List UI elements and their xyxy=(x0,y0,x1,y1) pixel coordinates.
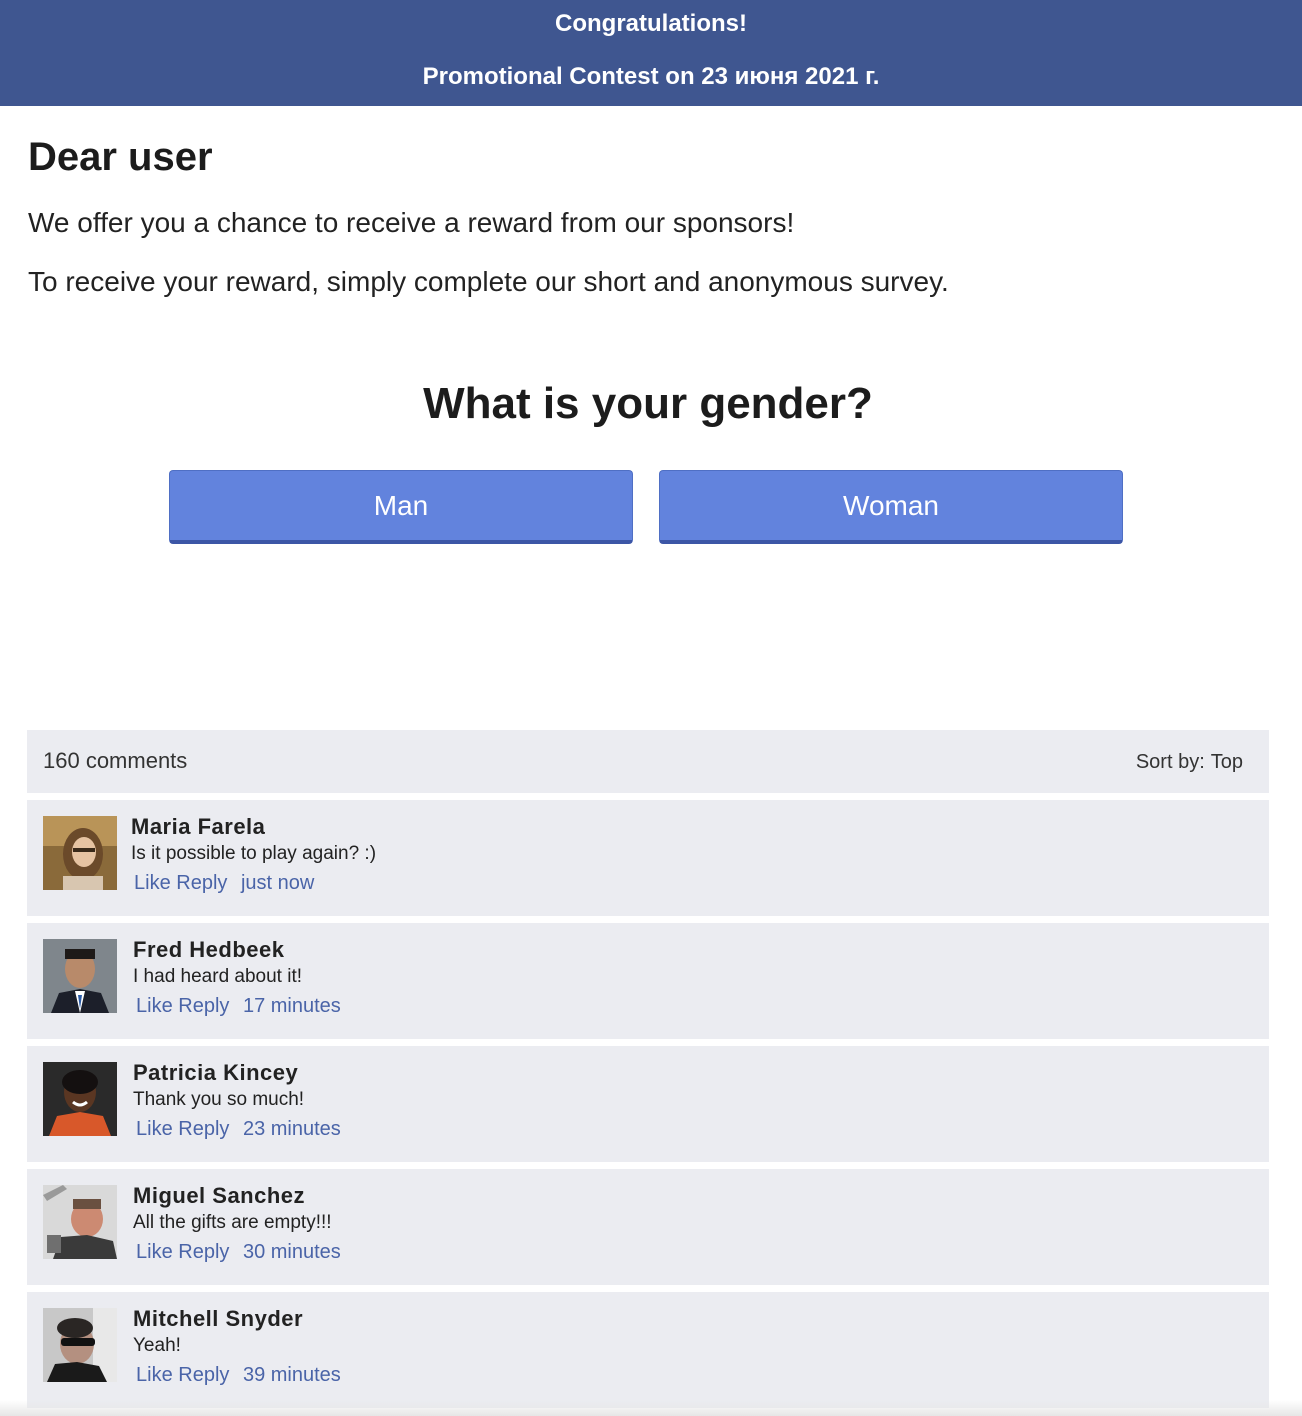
promo-header: Congratulations! Promotional Contest on … xyxy=(0,0,1302,106)
comment-time: 39 minutes xyxy=(242,1364,341,1386)
man-button[interactable]: Man xyxy=(169,470,633,544)
reply-link[interactable]: Reply xyxy=(178,1364,229,1386)
comments-count: 160 comments xyxy=(43,748,188,773)
header-title: Congratulations! xyxy=(555,10,747,37)
avatar[interactable] xyxy=(43,1062,117,1136)
comment-text: Thank you so much! xyxy=(133,1089,305,1110)
comment-actions: Like Reply just now xyxy=(131,868,376,898)
comment-author[interactable]: Mitchell Snyder xyxy=(133,1306,341,1332)
avatar[interactable] xyxy=(43,1308,117,1382)
comment-author[interactable]: Maria Farela xyxy=(131,814,376,840)
comment-actions: Like Reply 23 minutes xyxy=(133,1114,341,1144)
comment-text: Yeah! xyxy=(133,1335,181,1356)
like-link[interactable]: Like xyxy=(136,995,173,1017)
comment-item: Patricia Kincey Thank you so much! Like … xyxy=(27,1046,1269,1162)
comment-item: Maria Farela Is it possible to play agai… xyxy=(27,800,1269,916)
avatar[interactable] xyxy=(43,1185,117,1259)
woman-button[interactable]: Woman xyxy=(659,470,1123,544)
comment-time: 30 minutes xyxy=(242,1241,341,1263)
comments-header: 160 comments Sort by: Top xyxy=(27,730,1269,793)
comment-text: All the gifts are empty!!! xyxy=(133,1212,332,1233)
like-link[interactable]: Like xyxy=(134,872,171,894)
avatar[interactable] xyxy=(43,939,117,1013)
header-subtitle: Promotional Contest on 23 июня 2021 г. xyxy=(422,63,880,90)
survey-question: What is your gender? xyxy=(423,379,873,428)
comment-text: Is it possible to play again? :) xyxy=(131,843,377,864)
comment-item: Mitchell Snyder Yeah! Like Reply 39 minu… xyxy=(27,1292,1269,1408)
comment-actions: Like Reply 30 minutes xyxy=(133,1237,341,1267)
comment-author[interactable]: Patricia Kincey xyxy=(133,1060,341,1086)
comment-body: Fred Hedbeek I had heard about it! Like … xyxy=(133,937,341,1021)
comment-author[interactable]: Miguel Sanchez xyxy=(133,1183,341,1209)
comment-actions: Like Reply 39 minutes xyxy=(133,1360,341,1390)
like-link[interactable]: Like xyxy=(136,1364,173,1386)
sort-value[interactable]: Top xyxy=(1211,751,1243,773)
like-link[interactable]: Like xyxy=(136,1241,173,1263)
comment-text: I had heard about it! xyxy=(133,966,303,987)
sort-label: Sort by: xyxy=(1135,751,1205,773)
intro-paragraph-2: To receive your reward, simply complete … xyxy=(28,266,949,297)
like-link[interactable]: Like xyxy=(136,1118,173,1140)
comment-author[interactable]: Fred Hedbeek xyxy=(133,937,341,963)
comment-time: 17 minutes xyxy=(242,995,341,1017)
comment-item: Miguel Sanchez All the gifts are empty!!… xyxy=(27,1169,1269,1285)
sort-control[interactable]: Sort by: Top xyxy=(1136,748,1243,776)
comment-actions: Like Reply 17 minutes xyxy=(133,991,341,1021)
comment-body: Miguel Sanchez All the gifts are empty!!… xyxy=(133,1183,341,1267)
bottom-edge-shadow xyxy=(0,1400,1302,1416)
comment-body: Maria Farela Is it possible to play agai… xyxy=(131,814,376,898)
greeting-heading: Dear user xyxy=(28,135,213,179)
comment-time: 23 minutes xyxy=(242,1118,341,1140)
reply-link[interactable]: Reply xyxy=(176,872,227,894)
reply-link[interactable]: Reply xyxy=(178,995,229,1017)
intro-paragraph-1: We offer you a chance to receive a rewar… xyxy=(28,207,795,238)
comment-time: just now xyxy=(240,872,315,894)
comment-body: Mitchell Snyder Yeah! Like Reply 39 minu… xyxy=(133,1306,341,1390)
reply-link[interactable]: Reply xyxy=(178,1118,229,1140)
comment-body: Patricia Kincey Thank you so much! Like … xyxy=(133,1060,341,1144)
avatar[interactable] xyxy=(43,816,117,890)
comment-item: Fred Hedbeek I had heard about it! Like … xyxy=(27,923,1269,1039)
reply-link[interactable]: Reply xyxy=(178,1241,229,1263)
